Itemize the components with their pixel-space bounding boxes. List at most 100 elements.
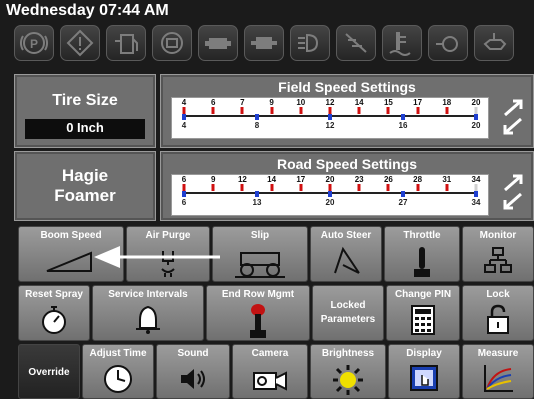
road-speed-bottom-tick-label: 27: [398, 198, 408, 207]
expand-icon[interactable]: [501, 97, 527, 142]
display-button[interactable]: Display: [388, 344, 460, 399]
road-speed-title: Road Speed Settings: [276, 156, 418, 172]
product-panel[interactable]: Hagie Foamer: [14, 151, 156, 221]
svg-text:P: P: [30, 37, 38, 51]
road-speed-range-marker: [182, 191, 186, 197]
keypad-icon: [411, 305, 435, 335]
road-speed-top-tick-label: 6: [181, 175, 187, 184]
locked-parameters-label-2: Parameters: [320, 314, 376, 325]
change-pin-label: Change PIN: [394, 289, 452, 300]
locked-parameters-button[interactable]: Locked Parameters: [312, 285, 384, 341]
brightness-button[interactable]: Brightness: [310, 344, 386, 399]
field-speed-top-tick-label: 12: [325, 98, 335, 107]
auto-steer-button[interactable]: Auto Steer: [310, 226, 382, 282]
transmission-icon: [244, 25, 284, 61]
field-speed-top-tick-label: 7: [240, 98, 245, 107]
field-speed-panel[interactable]: Field Speed Settings 4 6 7 9 10 12 14 15 17 18 20 4…: [160, 74, 534, 148]
field-speed-top-tick-label: 20: [471, 98, 481, 107]
field-speed-top-tick-label: 18: [442, 98, 452, 107]
field-speed-range-marker: [328, 114, 332, 120]
service-intervals-label: Service Intervals: [108, 289, 188, 300]
field-speed-top-tick-label: 17: [413, 98, 423, 107]
adjust-time-label: Adjust Time: [89, 348, 147, 359]
clock-icon: [104, 365, 132, 393]
field-speed-gear-marker: [240, 107, 244, 114]
slip-button[interactable]: Slip: [212, 226, 308, 282]
road-speed-bottom-tick-label: 34: [471, 198, 481, 207]
field-speed-bottom-tick-label: 4: [181, 121, 187, 130]
measure-label: Measure: [477, 348, 519, 359]
sun-icon: [333, 365, 363, 395]
field-speed-title: Field Speed Settings: [278, 79, 416, 95]
measure-button[interactable]: Measure: [462, 344, 534, 399]
tire-size-panel[interactable]: Tire Size 0 Inch: [14, 74, 156, 148]
battery-alert-icon: [198, 25, 238, 61]
road-speed-bottom-tick-label: 6: [181, 198, 187, 207]
lock-label: Lock: [486, 289, 510, 300]
throttle-lever-icon: [414, 247, 430, 277]
field-speed-gear-marker: [386, 107, 390, 114]
field-speed-range-marker: [182, 114, 186, 120]
road-speed-gear-marker: [182, 184, 186, 191]
auto-steer-label: Auto Steer: [320, 230, 372, 241]
road-speed-top-tick-label: 26: [383, 175, 393, 184]
engine-alert-icon: [152, 25, 192, 61]
road-speed-top-tick-label: 17: [296, 175, 306, 184]
brightness-label: Brightness: [321, 348, 375, 359]
lock-button[interactable]: Lock: [462, 285, 534, 341]
expand-icon[interactable]: [501, 172, 527, 217]
road-speed-gear-marker: [474, 184, 478, 191]
road-speed-gear-marker: [416, 184, 420, 191]
road-speed-top-tick-label: 14: [267, 175, 277, 184]
annotation-arrow-icon: [94, 246, 220, 268]
padlock-icon: [487, 304, 509, 334]
tire-size-label: Tire Size: [52, 92, 118, 109]
sound-button[interactable]: Sound: [156, 344, 230, 399]
bell-icon: [136, 305, 160, 334]
camera-button[interactable]: Camera: [232, 344, 308, 399]
boom-speed-label: Boom Speed: [40, 230, 102, 241]
product-name-line2: Foamer: [54, 186, 116, 205]
road-speed-top-tick-label: 9: [210, 175, 216, 184]
field-speed-top-tick-label: 14: [354, 98, 364, 107]
road-speed-panel[interactable]: Road Speed Settings 6 9 12 14 17 20 23 26 28 31 34…: [160, 151, 534, 221]
field-speed-bottom-tick-label: 12: [325, 121, 335, 130]
headlight-icon: [290, 25, 330, 61]
service-intervals-button[interactable]: Service Intervals: [92, 285, 204, 341]
road-speed-top-tick-label: 23: [354, 175, 364, 184]
override-button[interactable]: Override: [18, 344, 80, 399]
end-row-mgmt-button[interactable]: End Row Mgmt: [206, 285, 310, 341]
display-label: Display: [406, 348, 442, 359]
road-speed-bottom-tick-label: 20: [325, 198, 335, 207]
joystick-icon: [250, 304, 266, 338]
date-time-display: Wednesday 07:44 AM: [6, 2, 169, 19]
filter-alert-icon: [336, 25, 376, 61]
parking-brake-icon: P: [14, 25, 54, 61]
throttle-button[interactable]: Throttle: [384, 226, 460, 282]
slip-label: Slip: [250, 230, 270, 241]
change-pin-button[interactable]: Change PIN: [386, 285, 460, 341]
speaker-icon: [181, 369, 205, 389]
field-speed-gear-marker: [445, 107, 449, 114]
field-speed-gear-marker: [211, 107, 215, 114]
air-purge-label: Air Purge: [145, 230, 191, 241]
adjust-time-button[interactable]: Adjust Time: [82, 344, 154, 399]
throttle-label: Throttle: [403, 230, 441, 241]
road-speed-gear-marker: [270, 184, 274, 191]
field-speed-gear-marker: [416, 107, 420, 114]
road-speed-range-marker: [255, 191, 259, 197]
road-speed-scale: 6 9 12 14 17 20 23 26 28 31 34 6 13 20 27 34: [171, 174, 489, 216]
field-speed-top-tick-label: 10: [296, 98, 306, 107]
tire-size-value: 0 Inch: [25, 119, 145, 139]
reset-spray-button[interactable]: Reset Spray: [18, 285, 90, 341]
road-speed-gear-marker: [445, 184, 449, 191]
field-speed-gear-marker: [270, 107, 274, 114]
monitor-button[interactable]: Monitor: [462, 226, 534, 282]
oil-pressure-icon: [474, 25, 514, 61]
road-speed-top-tick-label: 31: [442, 175, 452, 184]
field-speed-bottom-tick-label: 20: [471, 121, 481, 130]
road-speed-gear-marker: [299, 184, 303, 191]
coolant-level-icon: [382, 25, 422, 61]
network-icon: [484, 247, 512, 273]
reset-spray-label: Reset Spray: [25, 289, 83, 300]
